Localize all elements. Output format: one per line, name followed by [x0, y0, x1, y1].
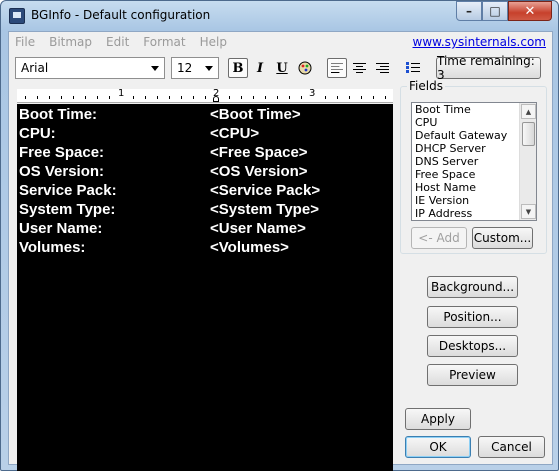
- menu-bitmap[interactable]: Bitmap: [42, 35, 99, 49]
- row-value: <Free Space>: [210, 144, 308, 161]
- list-item[interactable]: IE Version: [412, 194, 536, 207]
- editor-row: User Name: <User Name>: [19, 220, 306, 239]
- ok-button[interactable]: OK: [405, 436, 471, 458]
- font-size-value: 12: [177, 61, 193, 75]
- row-value: <System Type>: [210, 201, 319, 218]
- palette-icon: [298, 61, 312, 75]
- bold-button[interactable]: B: [228, 58, 248, 78]
- row-value: <Volumes>: [210, 239, 289, 256]
- row-label: System Type:: [19, 201, 116, 218]
- chevron-down-icon: [205, 66, 213, 71]
- bginfo-app-icon: [9, 8, 25, 24]
- ruler-label: 1: [118, 88, 125, 99]
- row-value: <OS Version>: [210, 163, 308, 180]
- row-value: <Service Pack>: [210, 182, 321, 199]
- caption-buttons: – □ ✕: [456, 1, 552, 21]
- row-label: Boot Time:: [19, 106, 98, 123]
- bginfo-window: BGInfo - Default configuration – □ ✕ Fil…: [0, 0, 559, 471]
- background-button[interactable]: Background...: [427, 276, 518, 298]
- row-value: <User Name>: [210, 220, 306, 237]
- align-right-icon: [375, 62, 389, 73]
- bullets-button[interactable]: [403, 58, 423, 78]
- list-item[interactable]: Default Gateway: [412, 129, 536, 142]
- row-label: CPU:: [19, 125, 56, 142]
- row-label: Free Space:: [19, 144, 105, 161]
- menu-file[interactable]: File: [9, 35, 42, 49]
- desktops-button[interactable]: Desktops...: [427, 335, 518, 357]
- font-select[interactable]: Arial: [15, 57, 165, 79]
- editor-row: OS Version: <OS Version>: [19, 163, 308, 182]
- row-label: Volumes:: [19, 239, 86, 256]
- tab-stop-marker[interactable]: [213, 96, 219, 102]
- time-remaining-button[interactable]: Time remaining: 3: [436, 54, 541, 82]
- row-value: <Boot Time>: [210, 106, 301, 123]
- editor-row: Boot Time: <Boot Time>: [19, 106, 301, 125]
- minimize-button[interactable]: –: [456, 1, 482, 21]
- editor-row: CPU: <CPU>: [19, 125, 259, 144]
- ruler-label: 3: [309, 88, 316, 99]
- menu-bar: File Bitmap Edit Format Help www.sysinte…: [9, 32, 552, 52]
- list-item[interactable]: Host Name: [412, 181, 536, 194]
- editor-row: Volumes: <Volumes>: [19, 239, 289, 258]
- row-label: Service Pack:: [19, 182, 117, 199]
- scroll-down-button[interactable]: ▼: [521, 204, 536, 219]
- chevron-down-icon: [151, 66, 159, 71]
- list-item[interactable]: IP Address: [412, 207, 536, 220]
- fields-scrollbar[interactable]: ▲ ▼: [519, 103, 536, 220]
- bullet-list-icon: [406, 62, 420, 74]
- font-select-value: Arial: [21, 61, 49, 75]
- font-size-select[interactable]: 12: [171, 57, 219, 79]
- underline-button[interactable]: U: [272, 58, 292, 78]
- title-bar[interactable]: BGInfo - Default configuration – □ ✕: [1, 1, 558, 31]
- cancel-button[interactable]: Cancel: [478, 436, 545, 458]
- add-field-button[interactable]: <- Add: [411, 227, 467, 249]
- italic-button[interactable]: I: [250, 58, 270, 78]
- align-center-icon: [352, 62, 366, 73]
- list-item[interactable]: Boot Time: [412, 103, 536, 116]
- scrollbar-thumb[interactable]: [522, 122, 535, 146]
- format-toolbar: Arial 12 B I U Time remaining: 3: [9, 52, 552, 84]
- custom-field-button[interactable]: Custom...: [472, 227, 533, 249]
- font-color-button[interactable]: [295, 58, 315, 78]
- align-right-button[interactable]: [372, 58, 392, 78]
- window-title: BGInfo - Default configuration: [31, 8, 211, 22]
- apply-button[interactable]: Apply: [405, 408, 471, 430]
- configuration-editor[interactable]: Boot Time: <Boot Time> CPU: <CPU> Free S…: [17, 104, 393, 471]
- align-center-button[interactable]: [349, 58, 369, 78]
- position-button[interactable]: Position...: [427, 306, 518, 328]
- align-left-icon: [331, 62, 343, 74]
- align-left-button[interactable]: [327, 58, 347, 78]
- list-item[interactable]: CPU: [412, 116, 536, 129]
- list-item[interactable]: DHCP Server: [412, 142, 536, 155]
- row-value: <CPU>: [210, 125, 260, 142]
- editor-row: Free Space: <Free Space>: [19, 144, 308, 163]
- row-label: OS Version:: [19, 163, 105, 180]
- row-label: User Name:: [19, 220, 103, 237]
- fields-legend: Fields: [407, 79, 445, 93]
- preview-button[interactable]: Preview: [427, 364, 518, 386]
- client-area: File Bitmap Edit Format Help www.sysinte…: [8, 31, 553, 471]
- menu-edit[interactable]: Edit: [99, 35, 136, 49]
- menu-format[interactable]: Format: [136, 35, 192, 49]
- editor-row: Service Pack: <Service Pack>: [19, 182, 320, 201]
- menu-help[interactable]: Help: [193, 35, 234, 49]
- fields-list[interactable]: Boot Time CPU Default Gateway DHCP Serve…: [411, 102, 537, 221]
- list-item[interactable]: Free Space: [412, 168, 536, 181]
- ruler: 1 2 3: [17, 88, 393, 103]
- list-item[interactable]: DNS Server: [412, 155, 536, 168]
- scroll-up-button[interactable]: ▲: [521, 104, 536, 119]
- maximize-button[interactable]: □: [482, 1, 508, 21]
- editor-row: System Type: <System Type>: [19, 201, 319, 220]
- sysinternals-link[interactable]: www.sysinternals.com: [413, 35, 547, 49]
- close-button[interactable]: ✕: [508, 1, 552, 21]
